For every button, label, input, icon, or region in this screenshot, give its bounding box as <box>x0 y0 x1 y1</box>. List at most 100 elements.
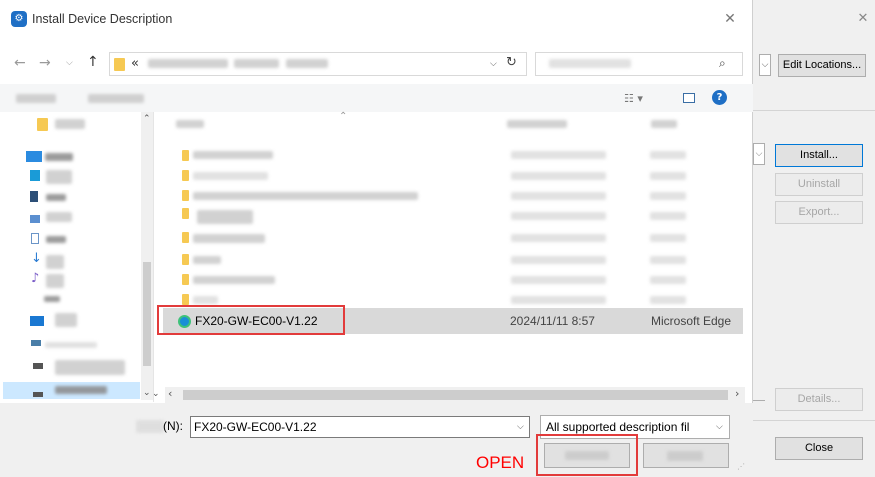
filename-dropdown-icon[interactable]: ⌵ <box>517 420 524 434</box>
file-date <box>511 276 606 284</box>
desktop-icon <box>30 316 44 326</box>
nav-item-label[interactable] <box>55 119 85 129</box>
scroll-left-icon[interactable]: ‹ <box>168 388 172 400</box>
folder-icon <box>182 150 189 161</box>
column-header-date[interactable] <box>507 120 567 128</box>
background-divider-bottom <box>753 420 875 421</box>
filename-input[interactable]: FX20-GW-EC00-V1.22 <box>190 416 530 438</box>
nav-item-label[interactable] <box>45 342 97 348</box>
open-annotation: OPEN <box>476 453 525 472</box>
install-button[interactable]: Install... <box>775 144 863 167</box>
preview-pane-icon[interactable] <box>683 93 695 103</box>
file-name[interactable] <box>193 172 268 180</box>
horizontal-scroll-thumb[interactable] <box>183 390 728 400</box>
address-path-segment[interactable] <box>234 59 279 68</box>
export-button[interactable]: Export... <box>775 201 863 224</box>
folder-icon <box>114 58 125 71</box>
column-header-name[interactable] <box>176 120 204 128</box>
scroll-down-chevron-icon[interactable]: ⌄ <box>152 389 160 400</box>
resize-grip-icon[interactable]: ⋰ <box>737 462 745 472</box>
address-overflow[interactable]: « <box>131 56 139 72</box>
nav-item-label[interactable] <box>55 386 107 394</box>
folder-icon <box>37 118 48 131</box>
file-name[interactable] <box>193 256 221 264</box>
highlight-selected-file <box>157 305 345 335</box>
background-close-icon[interactable]: ✕ <box>856 12 870 26</box>
file-name[interactable] <box>193 234 265 243</box>
nav-item-label[interactable] <box>44 296 60 302</box>
file-name[interactable] <box>193 192 418 200</box>
file-date <box>511 296 606 304</box>
selected-file-date: 2024/11/11 8:57 <box>510 314 595 328</box>
file-type-filter-value: All supported description fil <box>546 420 690 434</box>
close-button[interactable]: Close <box>775 437 863 460</box>
file-name[interactable] <box>193 151 273 159</box>
file-date <box>511 151 606 159</box>
file-name[interactable] <box>193 276 275 284</box>
nav-item-label[interactable] <box>46 170 72 184</box>
nav-item-label[interactable] <box>55 313 77 327</box>
file-type <box>650 151 686 159</box>
folder-icon <box>182 232 189 243</box>
uninstall-button[interactable]: Uninstall <box>775 173 863 196</box>
pane-divider <box>153 112 154 402</box>
background-combo-arrow[interactable]: ⌵ <box>753 143 765 165</box>
pictures-icon <box>30 215 40 223</box>
search-icon[interactable]: ⌕ <box>719 55 726 71</box>
folder-icon <box>182 190 189 201</box>
app-icon: ⚙ <box>11 11 27 27</box>
dialog-title: Install Device Description <box>32 12 173 26</box>
file-type <box>650 276 686 284</box>
nav-item-label[interactable] <box>46 236 66 243</box>
address-path-segment[interactable] <box>148 59 228 68</box>
dialog-close-icon[interactable]: ✕ <box>722 11 738 27</box>
3d-objects-icon <box>30 170 40 181</box>
nav-item-label[interactable] <box>55 360 125 375</box>
filename-label-text <box>136 420 164 433</box>
file-type <box>650 234 686 242</box>
refresh-icon[interactable]: ↻ <box>506 54 517 72</box>
file-date <box>511 212 606 220</box>
forward-arrow-icon[interactable]: → <box>39 55 51 71</box>
drive-icon <box>33 363 43 369</box>
address-dropdown-icon[interactable]: ⌵ <box>490 56 497 72</box>
help-icon[interactable]: ? <box>712 90 727 105</box>
cancel-button-label <box>667 451 703 461</box>
music-icon: ♪ <box>31 271 40 286</box>
file-type <box>650 256 686 264</box>
address-path-segment[interactable] <box>286 59 328 68</box>
nav-item-label[interactable] <box>46 255 64 269</box>
file-name[interactable] <box>193 296 218 304</box>
nav-item-label[interactable] <box>46 274 64 288</box>
edit-locations-button[interactable]: Edit Locations... <box>778 54 866 77</box>
filter-dropdown-icon[interactable]: ⌵ <box>716 420 723 434</box>
search-placeholder <box>549 59 631 68</box>
recent-locations-icon[interactable]: ⌵ <box>66 55 73 71</box>
scroll-right-icon[interactable]: › <box>735 388 739 400</box>
new-folder-button[interactable] <box>88 94 144 103</box>
selected-file-type: Microsoft Edge <box>651 314 732 328</box>
background-list-edge <box>753 400 765 401</box>
scroll-down-icon[interactable]: ⌄ <box>143 388 151 398</box>
column-header-type[interactable] <box>651 120 677 128</box>
file-name[interactable] <box>197 210 253 224</box>
folder-icon <box>182 274 189 285</box>
background-dropdown-arrow[interactable]: ⌵ <box>759 54 771 76</box>
up-arrow-icon[interactable]: ↑ <box>87 54 99 70</box>
back-arrow-icon[interactable]: ← <box>14 55 26 71</box>
nav-scroll-thumb[interactable] <box>143 262 151 366</box>
drive-icon <box>33 392 43 397</box>
file-type <box>650 172 686 180</box>
sort-indicator-icon[interactable]: ⌃ <box>339 112 347 122</box>
view-options-icon[interactable]: ☷ ▾ <box>624 92 643 106</box>
nav-item-label[interactable] <box>45 153 73 161</box>
details-button[interactable]: Details... <box>775 388 863 411</box>
folder-icon <box>182 254 189 265</box>
organize-menu[interactable] <box>16 94 56 103</box>
background-divider <box>753 110 875 111</box>
nav-item-label[interactable] <box>46 194 66 201</box>
scroll-up-icon[interactable]: ⌃ <box>143 114 151 124</box>
folder-icon <box>182 208 189 219</box>
navigation-pane <box>0 112 152 400</box>
nav-item-label[interactable] <box>46 212 72 222</box>
